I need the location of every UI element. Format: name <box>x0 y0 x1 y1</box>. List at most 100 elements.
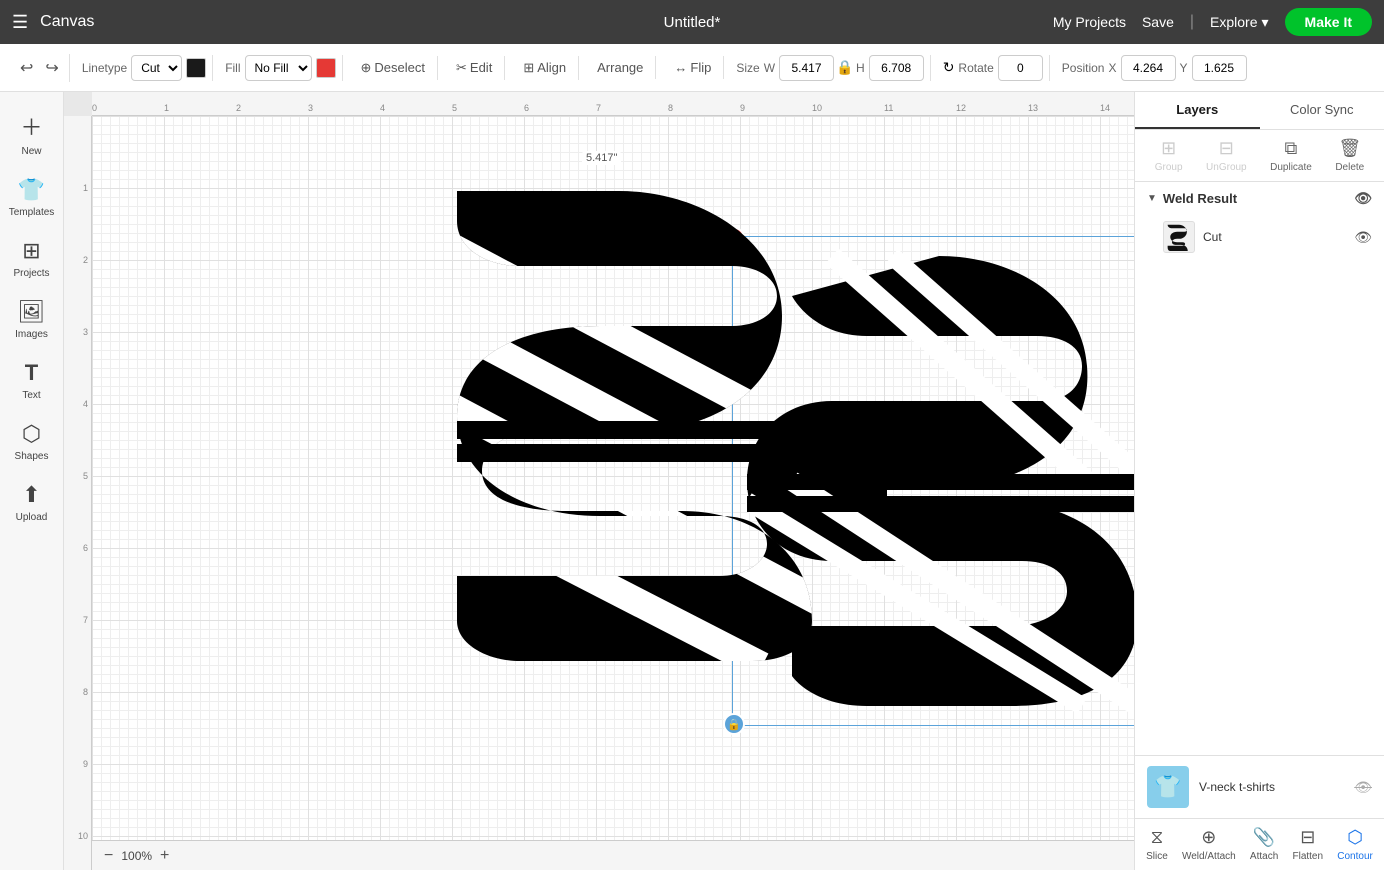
eye-icon[interactable]: 👁 <box>1354 190 1372 207</box>
tab-color-sync[interactable]: Color Sync <box>1260 92 1384 129</box>
save-button[interactable]: Save <box>1142 14 1174 30</box>
ruler-num-11: 11 <box>884 103 893 113</box>
arrange-group: Arrange <box>585 56 656 79</box>
lock-proportions-icon[interactable]: 🔒 <box>838 60 852 76</box>
linetype-color-swatch[interactable] <box>186 58 206 78</box>
ruler-num-10: 10 <box>812 103 822 113</box>
x-input[interactable] <box>1121 55 1176 81</box>
slice-tool[interactable]: ⧖ Slice <box>1146 827 1168 862</box>
deselect-icon: ⊕ <box>361 60 372 76</box>
right-panel: Layers Color Sync ⊞ Group ⊟ UnGroup ⧉ Du… <box>1134 92 1384 870</box>
slice-label: Slice <box>1146 851 1168 862</box>
layer-item-cut[interactable]: Cut 👁 <box>1135 215 1384 259</box>
weld-result-header[interactable]: ▼ Weld Result 👁 <box>1135 182 1384 215</box>
canvas-area[interactable]: 0 1 2 3 4 5 6 7 8 9 10 11 12 13 14 1 2 <box>64 92 1134 870</box>
linetype-select[interactable]: Cut <box>131 55 182 81</box>
nav-divider: | <box>1190 13 1194 31</box>
flatten-icon: ⊟ <box>1300 827 1315 848</box>
edit-button[interactable]: ✂ Edit <box>450 56 498 80</box>
document-title[interactable]: Untitled* <box>664 14 721 31</box>
hamburger-menu[interactable]: ☰ <box>12 12 28 33</box>
y-input[interactable] <box>1192 55 1247 81</box>
fill-color-swatch[interactable] <box>316 58 336 78</box>
ruler-left-num-3: 3 <box>83 327 88 337</box>
right-panel-bottom: 👕 V-neck t-shirts 👁 ⧖ Slice ⊕ Weld/Attac… <box>1135 755 1384 870</box>
top-right-actions: My Projects Save | Explore ▾ Make It <box>1053 8 1372 36</box>
material-thumbnail: 👕 <box>1147 766 1189 808</box>
ruler-left-num-5: 5 <box>83 471 88 481</box>
dimension-width-label: 5.417" <box>582 151 621 165</box>
ungroup-action[interactable]: ⊟ UnGroup <box>1206 138 1247 173</box>
shapes-icon: ⬡ <box>22 421 41 447</box>
material-name-label: V-neck t-shirts <box>1199 780 1344 794</box>
sidebar-item-shapes[interactable]: ⬡ Shapes <box>0 411 63 472</box>
my-projects-link[interactable]: My Projects <box>1053 14 1126 30</box>
attach-tool[interactable]: 📎 Attach <box>1250 827 1278 862</box>
rotate-input[interactable] <box>998 55 1043 81</box>
deselect-button[interactable]: ⊕ Deselect <box>355 56 431 80</box>
top-navigation: ☰ Canvas Untitled* My Projects Save | Ex… <box>0 0 1384 44</box>
ruler-num-5: 5 <box>452 103 457 113</box>
collapse-icon: ▼ <box>1147 193 1157 204</box>
redo-button[interactable]: ↪ <box>41 54 62 82</box>
chevron-down-icon: ▾ <box>1262 14 1269 31</box>
position-group: Position X Y <box>1056 55 1253 81</box>
ruler-left-num-6: 6 <box>83 543 88 553</box>
layer-name-label: Cut <box>1203 230 1346 244</box>
explore-button[interactable]: Explore ▾ <box>1210 14 1269 31</box>
group-action[interactable]: ⊞ Group <box>1155 138 1183 173</box>
contour-label: Contour <box>1337 851 1373 862</box>
material-preview[interactable]: 👕 V-neck t-shirts 👁 <box>1135 756 1384 819</box>
weld-label: Weld/Attach <box>1182 851 1236 862</box>
arrange-button[interactable]: Arrange <box>591 56 649 79</box>
ruler-num-7: 7 <box>596 103 601 113</box>
layer-thumbnail <box>1163 221 1195 253</box>
ruler-left-num-9: 9 <box>83 759 88 769</box>
main-layout: ＋ New 👕 Templates ⊞ Projects 🖼 Images T … <box>0 92 1384 870</box>
bottom-tools: ⧖ Slice ⊕ Weld/Attach 📎 Attach ⊟ Flatten… <box>1135 819 1384 870</box>
ruler-num-9: 9 <box>740 103 745 113</box>
tab-layers[interactable]: Layers <box>1135 92 1260 129</box>
ruler-num-3: 3 <box>308 103 313 113</box>
ruler-left: 1 2 3 4 5 6 7 8 9 10 <box>64 116 92 870</box>
weld-attach-tool[interactable]: ⊕ Weld/Attach <box>1182 827 1236 862</box>
sidebar-item-new[interactable]: ＋ New <box>0 100 63 167</box>
undo-button[interactable]: ↩ <box>16 54 37 82</box>
align-icon: ⊞ <box>523 60 534 76</box>
flip-group: ↔ Flip <box>662 56 724 79</box>
fill-label: Fill <box>225 61 240 75</box>
ruler-num-12: 12 <box>956 103 966 113</box>
size-label: Size <box>736 61 759 75</box>
align-button[interactable]: ⊞ Align <box>517 56 572 80</box>
rotate-icon: ↻ <box>943 59 955 76</box>
weld-result-label: Weld Result <box>1163 191 1237 206</box>
delete-action[interactable]: 🗑 Delete <box>1335 138 1364 173</box>
sidebar-item-images[interactable]: 🖼 Images <box>0 289 63 350</box>
x-label: X <box>1108 61 1116 75</box>
height-input[interactable] <box>869 55 924 81</box>
group-icon: ⊞ <box>1161 138 1176 159</box>
fill-select[interactable]: No Fill <box>245 55 312 81</box>
ruler-left-num-2: 2 <box>83 255 88 265</box>
attach-icon: 📎 <box>1253 827 1275 848</box>
ruler-num-8: 8 <box>668 103 673 113</box>
duplicate-action[interactable]: ⧉ Duplicate <box>1270 138 1312 173</box>
material-visibility-icon[interactable]: 👁 <box>1354 779 1372 796</box>
make-it-button[interactable]: Make It <box>1285 8 1372 36</box>
main-design[interactable] <box>412 176 827 666</box>
zoom-out-button[interactable]: − <box>104 847 113 865</box>
position-label: Position <box>1062 61 1105 75</box>
sidebar-item-text[interactable]: T Text <box>0 350 63 411</box>
size-group: Size W 🔒 H <box>730 55 930 81</box>
width-input[interactable] <box>779 55 834 81</box>
trash-icon: 🗑 <box>1338 138 1361 159</box>
sidebar-item-projects[interactable]: ⊞ Projects <box>0 228 63 289</box>
flip-button[interactable]: ↔ Flip <box>668 56 717 79</box>
flatten-tool[interactable]: ⊟ Flatten <box>1292 827 1323 862</box>
sidebar-item-upload[interactable]: ⬆ Upload <box>0 472 63 533</box>
sidebar-item-templates[interactable]: 👕 Templates <box>0 167 63 228</box>
contour-tool[interactable]: ⬡ Contour <box>1337 827 1373 862</box>
edit-group: ✂ Edit <box>444 56 505 80</box>
zoom-in-button[interactable]: + <box>160 847 169 865</box>
layer-visibility-toggle[interactable]: 👁 <box>1354 229 1372 246</box>
